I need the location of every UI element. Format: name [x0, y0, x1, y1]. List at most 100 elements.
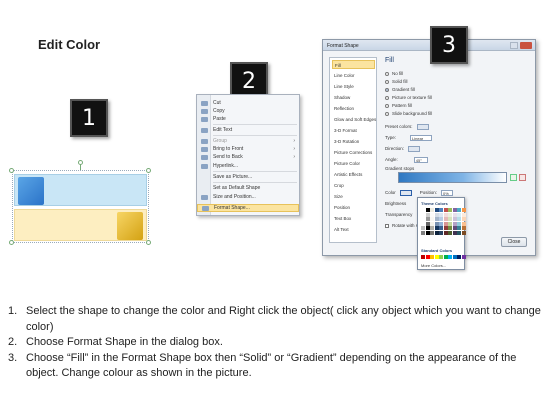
- menu-item-send-to-back[interactable]: Send to Back ›: [197, 153, 299, 161]
- color-swatch[interactable]: [421, 221, 425, 226]
- color-swatch[interactable]: [457, 255, 461, 259]
- angle-input[interactable]: 45°: [413, 156, 428, 163]
- menu-item-paste[interactable]: Paste: [197, 115, 299, 123]
- color-swatch[interactable]: [425, 208, 430, 212]
- color-swatch[interactable]: [448, 255, 452, 259]
- color-swatch[interactable]: [425, 230, 430, 235]
- color-swatch[interactable]: [448, 212, 452, 217]
- close-button[interactable]: Close: [501, 237, 527, 247]
- color-swatch[interactable]: [461, 212, 466, 217]
- color-swatch[interactable]: [461, 221, 466, 226]
- menu-item-format-shape[interactable]: Format Shape...: [197, 204, 299, 212]
- color-swatch[interactable]: [448, 230, 452, 235]
- color-swatch[interactable]: [434, 212, 439, 217]
- color-swatch[interactable]: [452, 221, 457, 226]
- category-glow[interactable]: Glow and Soft Edges: [332, 115, 376, 124]
- menu-item-set-default-shape[interactable]: Set as Default Shape: [197, 184, 299, 192]
- color-swatch[interactable]: [430, 230, 434, 235]
- fill-option-no-fill[interactable]: No fill: [385, 70, 403, 77]
- category-picture-corrections[interactable]: Picture Corrections: [332, 148, 375, 157]
- dialog-titlebar[interactable]: Format Shape: [323, 40, 535, 51]
- blue-band[interactable]: [14, 174, 147, 206]
- color-swatch[interactable]: [434, 221, 439, 226]
- category-picture-color[interactable]: Picture Color: [332, 159, 375, 168]
- color-swatch[interactable]: [425, 226, 430, 230]
- color-swatch[interactable]: [430, 212, 434, 217]
- color-swatch[interactable]: [430, 208, 434, 212]
- color-swatch[interactable]: [452, 208, 457, 212]
- category-alt-text[interactable]: Alt Text: [332, 225, 375, 234]
- category-crop[interactable]: Crop: [332, 181, 375, 190]
- fill-option-pattern[interactable]: Pattern fill: [385, 102, 412, 109]
- color-swatch[interactable]: [452, 212, 457, 217]
- color-swatch[interactable]: [439, 212, 443, 217]
- color-swatch[interactable]: [430, 217, 434, 221]
- color-swatch[interactable]: [457, 230, 461, 235]
- menu-item-copy[interactable]: Copy: [197, 107, 299, 115]
- color-swatch[interactable]: [439, 221, 443, 226]
- color-swatch[interactable]: [421, 255, 425, 259]
- color-swatch[interactable]: [443, 212, 448, 217]
- position-input[interactable]: 0%: [441, 189, 454, 196]
- color-swatch[interactable]: [425, 212, 430, 217]
- category-text-box[interactable]: Text Box: [332, 214, 375, 223]
- color-swatch[interactable]: [439, 230, 443, 235]
- fill-option-gradient[interactable]: Gradient fill: [385, 86, 415, 93]
- category-artistic-effects[interactable]: Artistic Effects: [332, 170, 375, 179]
- color-swatch[interactable]: [421, 212, 425, 217]
- color-swatch[interactable]: [443, 208, 448, 212]
- color-swatch[interactable]: [461, 208, 466, 212]
- color-swatch[interactable]: [421, 230, 425, 235]
- gradient-stops-bar[interactable]: [398, 172, 507, 183]
- color-swatch[interactable]: [461, 230, 466, 235]
- color-swatch[interactable]: [425, 255, 430, 259]
- color-swatch[interactable]: [443, 217, 448, 221]
- color-swatch[interactable]: [425, 217, 430, 221]
- color-swatch[interactable]: [430, 221, 434, 226]
- color-picker-button[interactable]: [399, 189, 412, 196]
- menu-item-group[interactable]: Group ›: [197, 137, 299, 145]
- color-swatch[interactable]: [457, 208, 461, 212]
- color-swatch[interactable]: [421, 226, 425, 230]
- color-swatch[interactable]: [443, 230, 448, 235]
- direction-button[interactable]: [408, 145, 421, 152]
- resize-handle-tr[interactable]: [146, 168, 151, 173]
- menu-item-bring-to-front[interactable]: Bring to Front ›: [197, 145, 299, 153]
- help-icon[interactable]: [510, 42, 518, 49]
- category-3d-rotation[interactable]: 3-D Rotation: [332, 137, 375, 146]
- category-reflection[interactable]: Reflection: [332, 104, 375, 113]
- color-swatch[interactable]: [448, 217, 452, 221]
- fill-option-slide-background[interactable]: Slide background fill: [385, 110, 432, 117]
- color-swatch[interactable]: [443, 221, 448, 226]
- color-swatch[interactable]: [461, 217, 466, 221]
- category-position[interactable]: Position: [332, 203, 375, 212]
- color-swatch[interactable]: [457, 221, 461, 226]
- category-3d-format[interactable]: 3-D Format: [332, 126, 375, 135]
- color-swatch[interactable]: [452, 230, 457, 235]
- color-swatch[interactable]: [457, 212, 461, 217]
- color-swatch[interactable]: [448, 208, 452, 212]
- color-swatch[interactable]: [452, 255, 457, 259]
- color-swatch[interactable]: [434, 217, 439, 221]
- color-swatch[interactable]: [439, 208, 443, 212]
- color-swatch[interactable]: [452, 217, 457, 221]
- resize-handle-bl[interactable]: [9, 240, 14, 245]
- menu-item-cut[interactable]: Cut: [197, 99, 299, 107]
- color-swatch[interactable]: [439, 217, 443, 221]
- remove-stop-icon[interactable]: [519, 174, 526, 181]
- more-colors-item[interactable]: More Colors...: [421, 263, 446, 268]
- example-shape[interactable]: [12, 170, 149, 243]
- color-swatch[interactable]: [461, 255, 466, 259]
- color-swatch[interactable]: [452, 226, 457, 230]
- color-swatch[interactable]: [421, 217, 425, 221]
- menu-item-hyperlink[interactable]: Hyperlink...: [197, 162, 299, 170]
- add-stop-icon[interactable]: [510, 174, 517, 181]
- color-swatch[interactable]: [443, 226, 448, 230]
- color-swatch[interactable]: [425, 221, 430, 226]
- color-swatch[interactable]: [439, 255, 443, 259]
- category-size[interactable]: Size: [332, 192, 375, 201]
- type-select[interactable]: Linear: [410, 134, 433, 141]
- color-swatch[interactable]: [457, 217, 461, 221]
- color-swatch[interactable]: [421, 208, 425, 212]
- category-shadow[interactable]: Shadow: [332, 93, 375, 102]
